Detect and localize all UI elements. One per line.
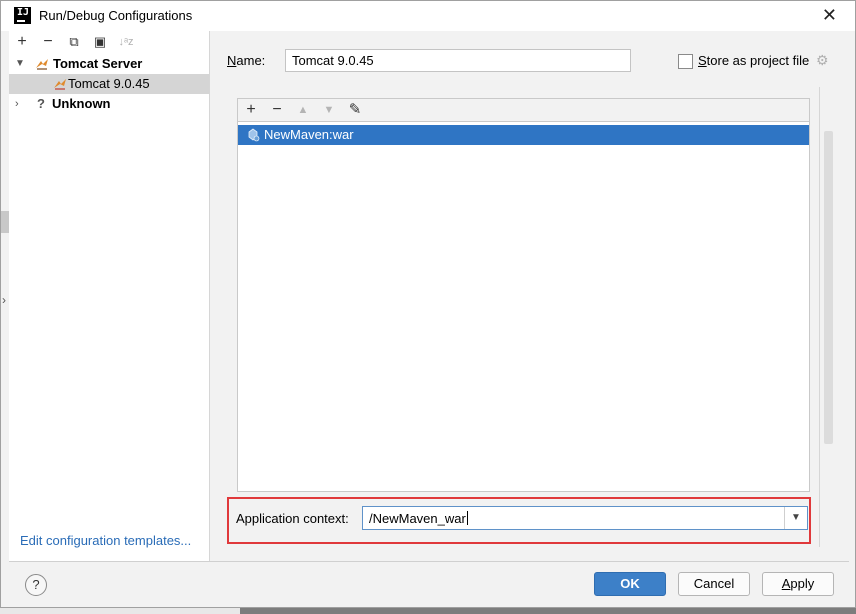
remove-configuration-icon[interactable]: −	[39, 33, 57, 51]
move-down-icon[interactable]: ▼	[320, 101, 338, 119]
move-to-folder-icon[interactable]: ▣	[91, 33, 109, 51]
gear-icon[interactable]: ⚙	[816, 52, 829, 69]
name-input[interactable]	[285, 49, 631, 72]
help-button[interactable]: ?	[25, 574, 47, 596]
run-debug-dialog: IJ Run/Debug Configurations ✕ + − ⧉ ▣ ↓ᵃ…	[0, 0, 856, 608]
name-label: Name:	[227, 53, 266, 68]
list-item[interactable]: NewMaven:war	[238, 125, 809, 145]
edit-artifact-icon[interactable]: ✎	[346, 101, 364, 119]
background-window-edge	[0, 608, 240, 614]
configurations-tree-panel: + − ⧉ ▣ ↓ᵃz ▼ Tomcat Server Tomcat 9.0.4…	[9, 31, 210, 561]
edit-templates-link[interactable]: Edit configuration templates...	[20, 533, 191, 548]
sort-icon[interactable]: ↓ᵃz	[117, 33, 135, 51]
move-up-icon[interactable]: ▲	[294, 101, 312, 119]
deployment-list-toolbar: + − ▲ ▼ ✎	[237, 98, 810, 122]
title-bar: IJ Run/Debug Configurations ✕	[1, 1, 855, 31]
chevron-down-icon[interactable]: ▼	[15, 54, 25, 74]
cancel-button[interactable]: Cancel	[678, 572, 750, 596]
vertical-scrollbar[interactable]	[824, 131, 833, 444]
war-artifact-icon	[248, 128, 260, 142]
copy-configuration-icon[interactable]: ⧉	[65, 33, 83, 51]
window-title: Run/Debug Configurations	[39, 8, 193, 23]
tree-item-label: Tomcat 9.0.45	[68, 76, 150, 91]
tree-item-unknown[interactable]: › ? Unknown	[9, 94, 209, 114]
chevron-down-icon[interactable]: ▼	[784, 507, 807, 529]
store-as-project-file-checkbox[interactable]	[678, 54, 693, 69]
intellij-app-icon: IJ	[14, 7, 31, 24]
tomcat-icon	[54, 79, 66, 90]
background-window-edge	[1, 211, 9, 233]
remove-artifact-icon[interactable]: −	[268, 101, 286, 119]
tomcat-icon	[36, 59, 48, 70]
tree-item-tomcat-9[interactable]: Tomcat 9.0.45	[9, 74, 209, 94]
add-artifact-icon[interactable]: +	[242, 101, 260, 119]
application-context-combobox[interactable]: /NewMaven_war ▼	[362, 506, 808, 530]
chevron-right-icon: ›	[2, 293, 6, 307]
close-icon[interactable]: ✕	[822, 5, 837, 26]
tree-item-tomcat-server[interactable]: ▼ Tomcat Server	[9, 54, 209, 74]
deployment-list: NewMaven:war	[237, 122, 810, 492]
chevron-right-icon[interactable]: ›	[15, 94, 19, 114]
add-configuration-icon[interactable]: +	[13, 33, 31, 51]
list-item-label: NewMaven:war	[264, 127, 354, 142]
ok-button[interactable]: OK	[594, 572, 666, 596]
separator	[9, 561, 849, 562]
tree-toolbar: + − ⧉ ▣ ↓ᵃz	[9, 31, 209, 53]
application-context-label: Application context:	[236, 511, 349, 526]
application-context-value[interactable]: /NewMaven_war	[369, 511, 468, 526]
apply-button[interactable]: Apply	[762, 572, 834, 596]
question-icon: ?	[37, 96, 45, 111]
tree-item-label: Unknown	[52, 96, 111, 111]
store-as-project-file-label[interactable]: Store as project file	[698, 53, 809, 68]
tree-item-label: Tomcat Server	[53, 56, 143, 71]
